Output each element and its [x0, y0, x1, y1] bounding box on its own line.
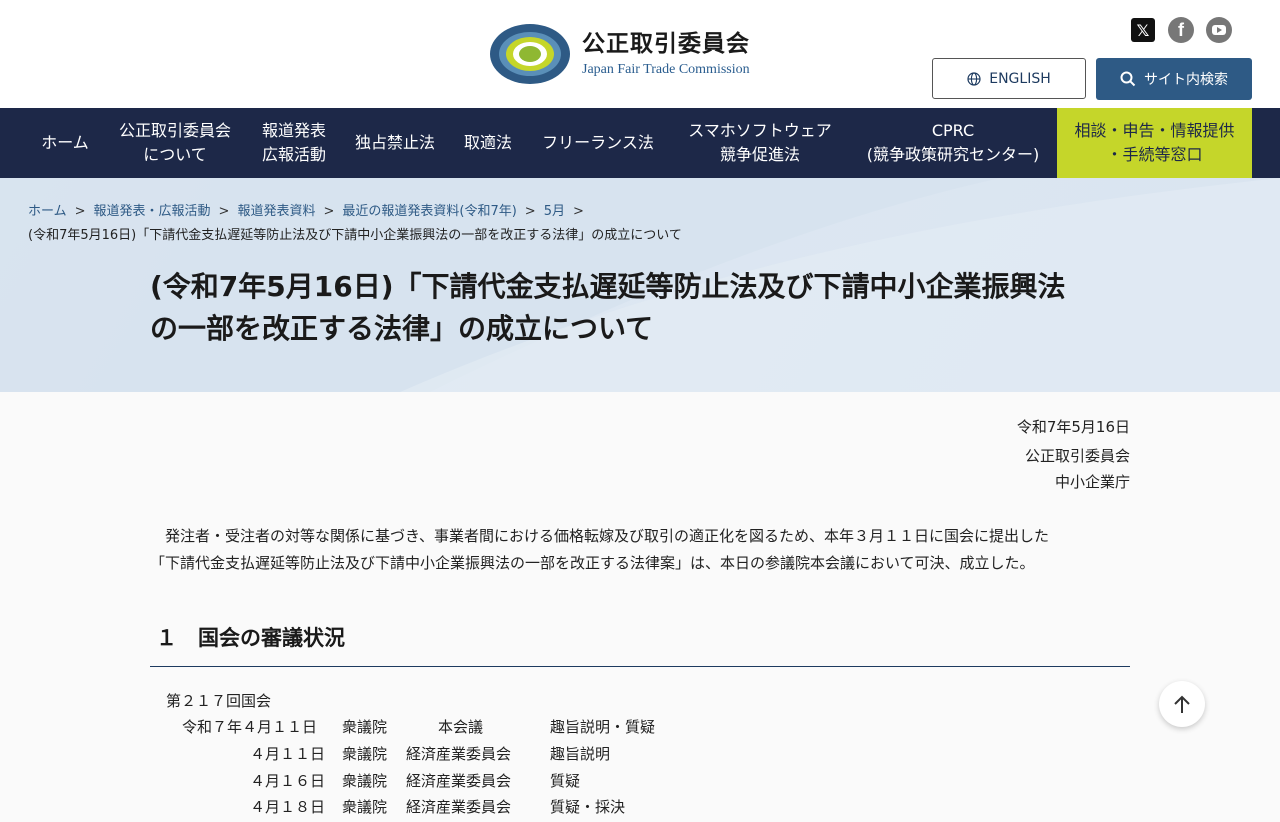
breadcrumb-may[interactable]: 5月 [544, 204, 565, 219]
intro-line2: 「下請代金支払遅延等防止法及び下請中小企業振興法の一部を改正する法律案」は、本日… [150, 554, 1035, 572]
main-content: 令和7年5月16日 公正取引委員会 中小企業庁 発注者・受注者の対等な関係に基づ… [0, 392, 1280, 816]
row-date: 令和７年４月１１日 [182, 718, 318, 736]
row-committee: 経済産業委員会 [406, 772, 512, 790]
breadcrumb-separator: > [524, 204, 536, 219]
row-house: 衆議院 [342, 745, 388, 763]
page-title: (令和7年5月16日)「下請代金支払遅延等防止法及び下請中小企業振興法 の一部を… [150, 266, 1130, 350]
search-icon [1120, 71, 1136, 87]
page-hero: ホーム > 報道発表・広報活動 > 報道発表資料 > 最近の報道発表資料(令和7年) >5月 >… [0, 178, 1280, 392]
arrow-up-icon [1174, 695, 1190, 713]
breadcrumb-home[interactable]: ホーム [28, 204, 67, 219]
nav-item-home[interactable]: ホーム [28, 108, 102, 178]
nav-item-cprc[interactable]: CPRC (競争政策研究センター) [852, 108, 1054, 178]
site-search-button[interactable]: サイト内検索 [1096, 58, 1252, 100]
global-nav: ホーム 公正取引委員会 について 報道発表 広報活動 独占禁止法 取適法 フリー… [0, 108, 1280, 178]
row-date: ４月１６日 [250, 772, 326, 790]
row-action: 質疑 [550, 772, 581, 790]
row-action: 質疑・採決 [550, 798, 626, 816]
breadcrumb-separator: > [218, 204, 230, 219]
row-house: 衆議院 [342, 772, 388, 790]
row-action: 趣旨説明・質疑 [550, 718, 656, 736]
nav-item-about[interactable]: 公正取引委員会 について [108, 108, 242, 178]
row-committee: 本会議 [438, 718, 484, 736]
back-to-top-button[interactable] [1159, 681, 1205, 727]
page-title-line1: (令和7年5月16日)「下請代金支払遅延等防止法及び下請中小企業振興法 [150, 270, 1066, 303]
deliberation-row: 令和７年４月１１日 衆議院 本会議 趣旨説明・質疑 [0, 716, 1280, 742]
row-action: 趣旨説明 [550, 745, 611, 763]
org-name-ja: 公正取引委員会 [582, 31, 750, 57]
deliberation-title: 第２１７回国会 [166, 692, 272, 710]
row-committee: 経済産業委員会 [406, 798, 512, 816]
org-name-en: Japan Fair Trade Commission [582, 62, 750, 77]
search-label: サイト内検索 [1144, 72, 1228, 88]
x-icon[interactable]: 𝕏 [1131, 18, 1155, 42]
breadcrumb-press[interactable]: 報道発表・広報活動 [94, 204, 211, 219]
breadcrumb-separator: > [323, 204, 335, 219]
jftc-emblem-icon [490, 24, 570, 84]
row-committee: 経済産業委員会 [406, 745, 512, 763]
english-button[interactable]: ENGLISH [932, 58, 1086, 99]
breadcrumb-press-releases[interactable]: 報道発表資料 [237, 204, 315, 219]
english-label: ENGLISH [989, 70, 1051, 87]
intro-line1: 発注者・受注者の対等な関係に基づき、事業者間における価格転嫁及び取引の適正化を図… [150, 527, 1049, 545]
nav-item-toriteki[interactable]: 取適法 [454, 108, 522, 178]
row-house: 衆議院 [342, 718, 388, 736]
breadcrumb-current: (令和7年5月16日)「下請代金支払遅延等防止法及び下請中小企業振興法の一部を改… [28, 228, 682, 243]
nav-item-smartphone[interactable]: スマホソフトウェア 競争促進法 [674, 108, 846, 178]
row-date: ４月１８日 [250, 798, 326, 816]
row-date: ４月１１日 [250, 745, 326, 763]
issuer-jftc: 公正取引委員会 [1024, 447, 1130, 465]
facebook-icon[interactable]: f [1168, 17, 1194, 43]
nav-item-consultation[interactable]: 相談・申告・情報提供 ・手続等窓口 [1057, 108, 1252, 178]
site-header: 公正取引委員会 Japan Fair Trade Commission 𝕏 f … [0, 0, 1280, 108]
breadcrumb-recent-releases[interactable]: 最近の報道発表資料(令和7年) [342, 204, 516, 219]
release-date: 令和7年5月16日 [1016, 418, 1130, 436]
nav-item-antimonopoly[interactable]: 独占禁止法 [344, 108, 446, 178]
row-house: 衆議院 [342, 798, 388, 816]
deliberation-row: ４月１６日 衆議院 経済産業委員会 質疑 [0, 770, 1280, 796]
nav-item-press[interactable]: 報道発表 広報活動 [250, 108, 338, 178]
youtube-icon[interactable] [1206, 17, 1232, 43]
breadcrumb: ホーム > 報道発表・広報活動 > 報道発表資料 > 最近の報道発表資料(令和7年) >5月 > [28, 200, 592, 219]
deliberation-row: ４月１１日 衆議院 経済産業委員会 趣旨説明 [0, 743, 1280, 769]
issuer-sme-agency: 中小企業庁 [1054, 473, 1130, 491]
section-heading: １ 国会の審議状況 [150, 620, 1130, 667]
section-heading-text: １ 国会の審議状況 [156, 626, 345, 650]
site-logo[interactable]: 公正取引委員会 Japan Fair Trade Commission [488, 22, 750, 86]
breadcrumb-separator: > [572, 204, 584, 219]
nav-item-freelance[interactable]: フリーランス法 [530, 108, 666, 178]
breadcrumb-separator: > [74, 204, 86, 219]
intro-paragraph: 発注者・受注者の対等な関係に基づき、事業者間における価格転嫁及び取引の適正化を図… [150, 523, 1140, 577]
page-title-line2: の一部を改正する法律」の成立について [150, 312, 654, 345]
globe-icon [967, 71, 981, 86]
